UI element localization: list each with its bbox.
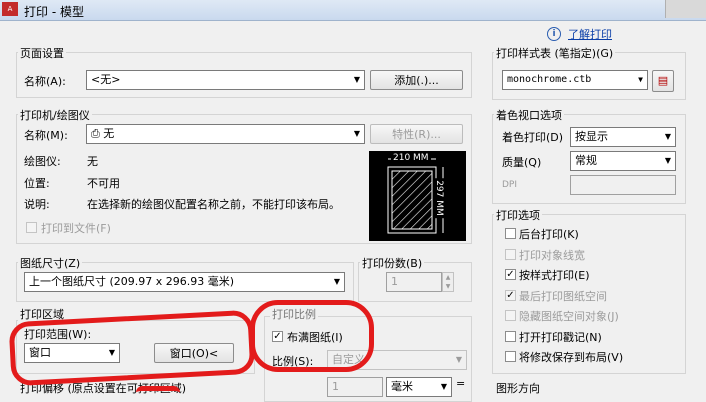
learn-printing-link[interactable]: 了解打印 [568, 26, 612, 42]
description-value: 在选择新的绘图仪配置名称之前，不能打印该布局。 [87, 198, 340, 211]
window-title: 打印 - 模型 [24, 5, 84, 19]
copies-spinner[interactable]: ▲ ▼ [442, 272, 454, 292]
shade-plot-label: 着色打印(D) [502, 131, 564, 144]
printer-name-label: 名称(M): [24, 129, 68, 142]
plot-option-checkbox[interactable] [505, 351, 516, 362]
edit-plot-style-button[interactable]: ▤ [652, 70, 674, 92]
dpi-input[interactable] [570, 175, 676, 195]
plot-style-title: 打印样式表 (笔指定)(G) [494, 45, 616, 61]
preview-height-label: 297 MM [433, 178, 444, 218]
chevron-down-icon: ▼ [664, 156, 671, 165]
scale-value-input[interactable]: 1 [327, 377, 383, 397]
orientation-title: 图形方向 [494, 380, 542, 396]
chevron-down-icon: ▼ [638, 75, 643, 84]
quality-label: 质量(Q) [502, 156, 542, 169]
autocad-logo-icon: A [2, 2, 18, 16]
print-to-file-checkbox[interactable] [26, 222, 37, 233]
preview-width-label: 210 MM [391, 153, 431, 163]
print-to-file-label: 打印到文件(F) [41, 222, 111, 235]
page-setup-name-select[interactable]: <无> ▼ [86, 70, 365, 90]
dpi-label: DPI [502, 180, 518, 190]
shaded-viewport-title: 着色视口选项 [494, 107, 564, 123]
plotter-label: 绘图仪: [24, 155, 61, 168]
chevron-down-icon: ▼ [353, 129, 360, 138]
window-controls[interactable] [665, 0, 706, 18]
paper-size-title: 图纸尺寸(Z) [18, 255, 83, 271]
plot-option-label: 将修改保存到布局(V) [519, 351, 624, 364]
paper-size-select[interactable]: 上一个图纸尺寸 (209.97 x 296.93 毫米) ▼ [24, 272, 345, 292]
page-setup-name-label: 名称(A): [24, 75, 66, 88]
copies-title: 打印份数(B) [360, 255, 425, 271]
location-value: 不可用 [87, 177, 120, 190]
paper-preview: 210 MM 297 MM [369, 151, 466, 241]
paper-preview-drawing [387, 158, 444, 234]
add-page-setup-button[interactable]: 添加(.)... [370, 70, 463, 90]
page-setup-title: 页面设置 [18, 45, 66, 61]
plot-option-label: 最后打印图纸空间 [519, 289, 607, 303]
copies-input[interactable]: 1 [386, 272, 442, 292]
printer-properties-button[interactable]: 特性(R)... [370, 124, 463, 144]
plot-option-checkbox[interactable] [505, 228, 516, 239]
printer-name-select[interactable]: ⎙ 无 ▼ [86, 124, 365, 144]
plot-style-select[interactable]: monochrome.ctb ▼ [502, 70, 648, 90]
red-annotation-fit-paper [250, 300, 374, 372]
red-annotation-print-area [8, 309, 256, 387]
description-label: 说明: [24, 198, 50, 211]
printer-icon: ⎙ [91, 127, 104, 140]
shade-plot-select[interactable]: 按显示 ▼ [570, 127, 676, 147]
chevron-down-icon: ▼ [333, 277, 340, 286]
plotter-value: 无 [87, 155, 98, 168]
plot-option-label: 打开打印戳记(N) [519, 330, 602, 344]
chevron-down-icon: ▼ [664, 132, 671, 141]
plot-option-label: 按样式打印(E) [519, 269, 590, 282]
chevron-down-icon: ▼ [440, 382, 447, 391]
plot-option-label: 隐藏图纸空间对象(J) [519, 310, 619, 323]
chevron-down-icon: ▼ [455, 355, 462, 364]
scale-unit-select[interactable]: 毫米 ▼ [386, 377, 452, 397]
scale-equals: = [456, 377, 466, 390]
plot-option-label: 打印对象线宽 [519, 248, 585, 262]
plot-option-checkbox[interactable]: ✓ [505, 289, 516, 301]
plot-option-checkbox[interactable] [505, 330, 516, 342]
title-bar: A 打印 - 模型 [0, 0, 706, 21]
printer-title: 打印机/绘图仪 [18, 107, 92, 123]
red-annotation-stroke [136, 386, 180, 399]
quality-select[interactable]: 常规 ▼ [570, 151, 676, 171]
plot-option-checkbox[interactable]: ✓ [505, 269, 516, 280]
chevron-down-icon: ▼ [353, 75, 360, 84]
edit-table-icon: ▤ [657, 74, 669, 87]
location-label: 位置: [24, 177, 50, 190]
plot-option-checkbox[interactable] [505, 310, 516, 321]
plot-option-label: 后台打印(K) [519, 228, 579, 241]
plot-options-title: 打印选项 [494, 207, 542, 223]
plot-option-checkbox[interactable] [505, 248, 516, 260]
info-icon: i [547, 27, 561, 41]
